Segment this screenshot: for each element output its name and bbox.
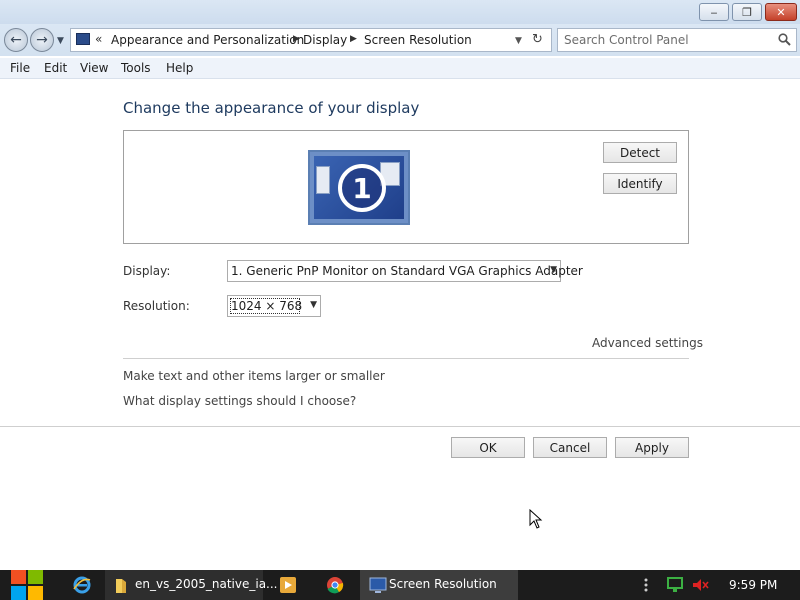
search-box[interactable] bbox=[557, 28, 797, 52]
chevron-down-icon: ▼ bbox=[310, 300, 317, 310]
menu-help[interactable]: Help bbox=[166, 61, 193, 75]
breadcrumb-appearance[interactable]: Appearance and Personalization bbox=[111, 33, 304, 47]
minimize-icon: ‒ bbox=[710, 5, 718, 19]
menu-view[interactable]: View bbox=[80, 61, 108, 75]
monitor-screen: 1 bbox=[314, 156, 404, 219]
back-button[interactable]: ← bbox=[4, 28, 28, 52]
minimize-button[interactable]: ‒ bbox=[699, 3, 729, 21]
taskbar: en_vs_2005_native_ia... Screen Resolutio… bbox=[0, 570, 800, 600]
maximize-button[interactable]: ❐ bbox=[732, 3, 762, 21]
taskbar-item-label: Screen Resolution bbox=[389, 577, 497, 591]
advanced-settings-link[interactable]: Advanced settings bbox=[592, 336, 703, 350]
breadcrumb-overflow-icon[interactable]: « bbox=[95, 32, 102, 46]
display-settings-help-link[interactable]: What display settings should I choose? bbox=[123, 394, 356, 408]
breadcrumb-screen-resolution[interactable]: Screen Resolution bbox=[364, 33, 472, 47]
maximize-icon: ❐ bbox=[742, 5, 752, 19]
monitor-number: 1 bbox=[338, 164, 386, 212]
network-icon[interactable] bbox=[665, 575, 685, 595]
menu-tools[interactable]: Tools bbox=[121, 61, 151, 75]
control-panel-icon bbox=[76, 33, 90, 45]
notification-overflow-icon[interactable] bbox=[641, 575, 651, 595]
close-icon: ✕ bbox=[776, 5, 786, 19]
footer-divider bbox=[0, 426, 800, 427]
text-size-link[interactable]: Make text and other items larger or smal… bbox=[123, 369, 385, 383]
identify-button[interactable]: Identify bbox=[603, 173, 677, 194]
refresh-icon[interactable]: ↻ bbox=[532, 32, 543, 47]
resolution-select[interactable]: 1024 × 768 ▼ bbox=[227, 295, 321, 317]
detect-button[interactable]: Detect bbox=[603, 142, 677, 163]
taskbar-item-screen-resolution[interactable]: Screen Resolution bbox=[360, 570, 518, 600]
resolution-select-value: 1024 × 768 bbox=[231, 299, 303, 313]
page-title: Change the appearance of your display bbox=[123, 99, 420, 117]
arrow-right-icon: → bbox=[36, 32, 48, 48]
windows-start-icon[interactable] bbox=[10, 570, 44, 600]
taskbar-clock[interactable]: 9:59 PM bbox=[729, 578, 777, 592]
breadcrumb-separator-icon[interactable]: ▶ bbox=[350, 34, 357, 44]
menu-file[interactable]: File bbox=[10, 61, 30, 75]
resolution-label: Resolution: bbox=[123, 299, 190, 313]
divider bbox=[123, 358, 689, 359]
cancel-button[interactable]: Cancel bbox=[533, 437, 607, 458]
chrome-icon[interactable] bbox=[325, 575, 345, 595]
display-select[interactable]: 1. Generic PnP Monitor on Standard VGA G… bbox=[227, 260, 583, 282]
breadcrumb-display[interactable]: Display bbox=[303, 33, 347, 47]
mini-window-graphic bbox=[316, 166, 330, 194]
internet-explorer-icon[interactable] bbox=[72, 575, 92, 595]
mouse-cursor-icon bbox=[529, 509, 543, 529]
address-bar[interactable]: « Appearance and Personalization ▶ Displ… bbox=[70, 28, 552, 52]
monitor-icon[interactable]: 1 bbox=[308, 150, 410, 225]
folder-icon bbox=[116, 579, 126, 593]
breadcrumb-separator-icon[interactable]: ▶ bbox=[293, 34, 300, 44]
forward-button[interactable]: → bbox=[30, 28, 54, 52]
recent-pages-dropdown-icon[interactable]: ▼ bbox=[57, 36, 64, 46]
arrow-left-icon: ← bbox=[10, 32, 22, 48]
taskbar-item-label: en_vs_2005_native_ia... bbox=[135, 577, 278, 591]
display-label: Display: bbox=[123, 264, 171, 278]
window-titlebar: ‒ ❐ ✕ bbox=[0, 0, 800, 24]
display-preview-panel: 1 Detect Identify bbox=[123, 130, 689, 244]
navigation-bar: ← → ▼ « Appearance and Personalization ▶… bbox=[0, 24, 800, 56]
search-icon[interactable] bbox=[778, 33, 791, 46]
close-button[interactable]: ✕ bbox=[765, 3, 797, 21]
apply-button[interactable]: Apply bbox=[615, 437, 689, 458]
address-history-dropdown-icon[interactable]: ▼ bbox=[515, 36, 522, 46]
ok-button[interactable]: OK bbox=[451, 437, 525, 458]
display-select-value: 1. Generic PnP Monitor on Standard VGA G… bbox=[231, 264, 583, 278]
search-input[interactable] bbox=[564, 32, 764, 48]
menu-bar: File Edit View Tools Help bbox=[0, 58, 800, 79]
chevron-down-icon: ▼ bbox=[550, 265, 557, 275]
taskbar-item-folder[interactable]: en_vs_2005_native_ia... bbox=[105, 570, 278, 600]
media-player-icon[interactable] bbox=[278, 575, 298, 595]
menu-edit[interactable]: Edit bbox=[44, 61, 67, 75]
volume-muted-icon[interactable] bbox=[690, 575, 710, 595]
control-panel-icon bbox=[369, 577, 387, 593]
